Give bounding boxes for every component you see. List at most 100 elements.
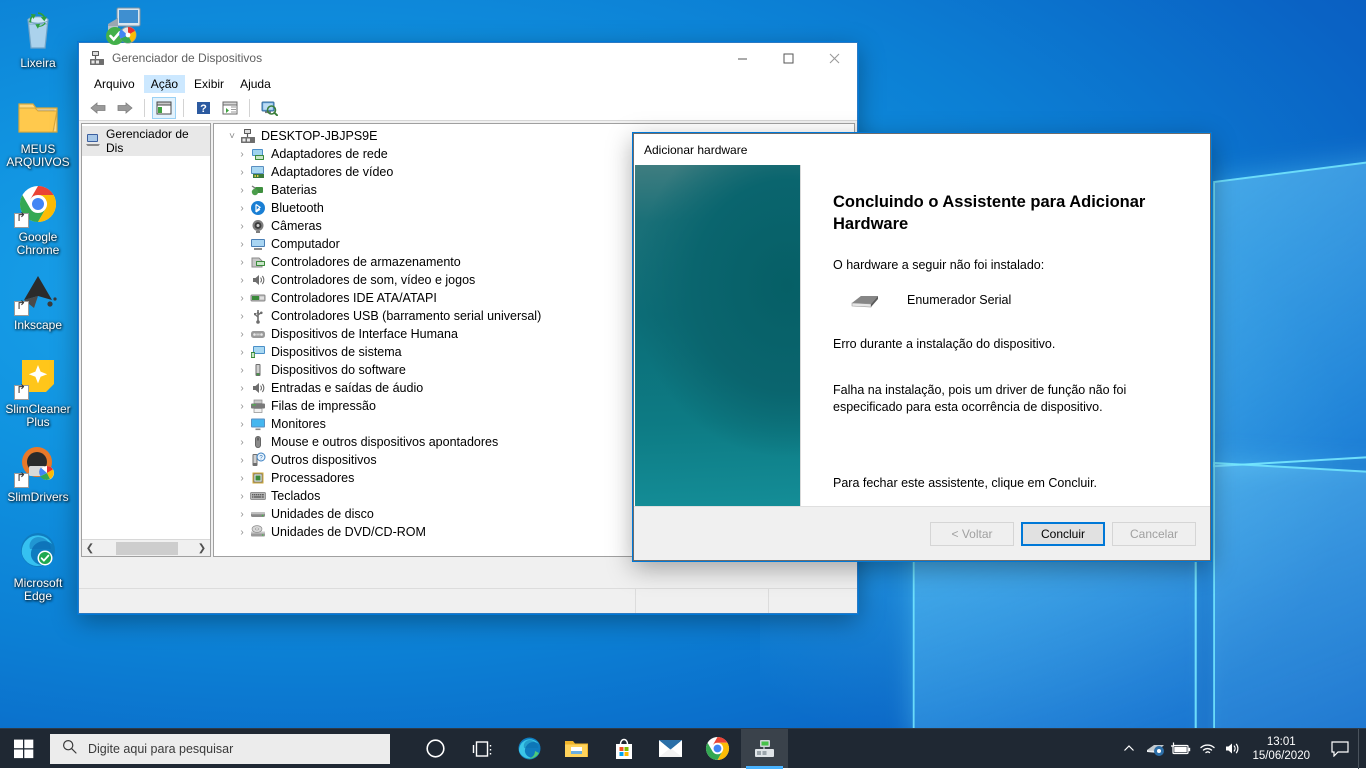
start-button[interactable]: [0, 729, 48, 769]
action-center-icon[interactable]: [1322, 729, 1358, 769]
chevron-right-icon[interactable]: ›: [234, 293, 250, 304]
help-icon[interactable]: ?: [191, 97, 215, 119]
chevron-right-icon[interactable]: ›: [234, 275, 250, 286]
status-cell-2: [636, 589, 769, 613]
menu-exibir[interactable]: Exibir: [187, 75, 231, 93]
chevron-right-icon[interactable]: ›: [234, 383, 250, 394]
system-tray[interactable]: 13:01 15/06/2020: [1116, 729, 1366, 769]
menu-arquivo[interactable]: Arquivo: [87, 75, 142, 93]
device-tree-item-label: Teclados: [271, 489, 320, 503]
print-queue-icon: [250, 398, 266, 414]
device-manager-taskbar-icon[interactable]: [741, 729, 788, 769]
chevron-right-icon[interactable]: ›: [234, 401, 250, 412]
device-tree-item-label: Controladores IDE ATA/ATAPI: [271, 291, 437, 305]
close-button[interactable]: [811, 43, 857, 73]
file-explorer-icon[interactable]: [553, 729, 600, 769]
menu-acao[interactable]: Ação: [144, 75, 185, 93]
search-input[interactable]: Digite aqui para pesquisar: [50, 734, 390, 764]
chevron-right-icon[interactable]: ›: [234, 167, 250, 178]
chevron-right-icon[interactable]: ›: [234, 239, 250, 250]
finish-button[interactable]: Concluir: [1021, 522, 1105, 546]
sound-controller-icon: [250, 272, 266, 288]
chrome-icon: [14, 180, 62, 228]
desktop-icon-microsoft-edge[interactable]: Microsoft Edge: [0, 526, 76, 603]
desktop-icon-recycle-bin[interactable]: Lixeira: [0, 6, 76, 70]
chevron-right-icon[interactable]: ›: [234, 419, 250, 430]
chevron-right-icon[interactable]: ›: [234, 509, 250, 520]
clock-date: 15/06/2020: [1252, 749, 1310, 763]
microsoft-edge-icon[interactable]: [506, 729, 553, 769]
chevron-right-icon[interactable]: ›: [234, 203, 250, 214]
dialog-footer: < Voltar Concluir Cancelar: [634, 506, 1210, 560]
forward-icon[interactable]: [113, 97, 137, 119]
properties-icon[interactable]: [218, 97, 242, 119]
cortana-icon[interactable]: [412, 729, 459, 769]
toolbar-separator: [249, 99, 250, 117]
desktop-icon-google-chrome[interactable]: Google Chrome: [0, 180, 76, 257]
menubar[interactable]: Arquivo Ação Exibir Ajuda: [79, 73, 857, 95]
desktop-icon-my-files[interactable]: MEUS ARQUIVOS: [0, 92, 76, 169]
wizard-closing-text: Para fechar este assistente, clique em C…: [833, 475, 1097, 492]
desktop-icon-slimdrivers[interactable]: SlimDrivers: [0, 440, 76, 504]
chevron-right-icon[interactable]: ›: [234, 347, 250, 358]
cancel-button[interactable]: Cancelar: [1112, 522, 1196, 546]
scroll-right-arrow-icon[interactable]: ❯: [194, 543, 210, 554]
chevron-right-icon[interactable]: ›: [234, 221, 250, 232]
device-manager-titlebar[interactable]: Gerenciador de Dispositivos: [79, 43, 857, 73]
usb-controller-icon: [250, 308, 266, 324]
microsoft-store-icon[interactable]: [600, 729, 647, 769]
volume-icon[interactable]: [1220, 729, 1246, 769]
battery-charging-icon[interactable]: [1168, 729, 1194, 769]
back-icon[interactable]: [86, 97, 110, 119]
device-tree-item-label: Câmeras: [271, 219, 322, 233]
taskbar[interactable]: Digite aqui para pesquisar: [0, 728, 1366, 768]
chevron-right-icon[interactable]: ›: [234, 329, 250, 340]
mail-icon[interactable]: [647, 729, 694, 769]
device-tree-item-label: Controladores de som, vídeo e jogos: [271, 273, 475, 287]
add-hardware-dialog[interactable]: Adicionar hardware Concluindo o Assisten…: [633, 133, 1211, 561]
computer-icon: [250, 236, 266, 252]
chevron-right-icon[interactable]: ›: [234, 257, 250, 268]
wifi-icon[interactable]: [1194, 729, 1220, 769]
chevron-right-icon[interactable]: ›: [234, 473, 250, 484]
chevron-right-icon[interactable]: ›: [234, 527, 250, 538]
slimdrivers-tray-icon[interactable]: [1142, 729, 1168, 769]
show-desktop-button[interactable]: [1358, 729, 1366, 769]
task-view-icon[interactable]: [459, 729, 506, 769]
wizard-main-pane: Concluindo o Assistente para Adicionar H…: [801, 165, 1210, 528]
wizard-error-line: Erro durante a instalação do dispositivo…: [833, 336, 1188, 353]
desktop-icon-label: MEUS ARQUIVOS: [0, 143, 76, 169]
desktop-icon-inkscape[interactable]: Inkscape: [0, 268, 76, 332]
dialog-titlebar[interactable]: Adicionar hardware: [634, 134, 1210, 165]
minimize-button[interactable]: [719, 43, 765, 73]
desktop-icon-slimcleaner-plus[interactable]: SlimCleaner Plus: [0, 352, 76, 429]
menu-ajuda[interactable]: Ajuda: [233, 75, 278, 93]
show-hide-console-tree-icon[interactable]: [152, 97, 176, 119]
back-button[interactable]: < Voltar: [930, 522, 1014, 546]
console-root-icon: [85, 132, 101, 151]
horizontal-scrollbar[interactable]: ❮ ❯: [82, 539, 210, 556]
console-tree-root-item[interactable]: Gerenciador de Dis: [82, 126, 210, 156]
console-tree-pane[interactable]: Gerenciador de Dis ❮ ❯: [81, 123, 211, 557]
chevron-right-icon[interactable]: ›: [234, 311, 250, 322]
toolbar[interactable]: ?: [79, 95, 857, 121]
google-chrome-icon[interactable]: [694, 729, 741, 769]
scrollbar-thumb[interactable]: [116, 542, 178, 555]
maximize-button[interactable]: [765, 43, 811, 73]
chevron-right-icon[interactable]: ›: [234, 365, 250, 376]
chevron-down-icon[interactable]: ˅: [224, 131, 240, 142]
console-tree[interactable]: Gerenciador de Dis: [82, 124, 210, 539]
chevron-right-icon[interactable]: ›: [234, 491, 250, 502]
system-device-icon: [250, 344, 266, 360]
chevron-right-icon[interactable]: ›: [234, 437, 250, 448]
wizard-intro-text: O hardware a seguir não foi instalado:: [833, 257, 1188, 274]
show-hidden-icons-chevron[interactable]: [1116, 729, 1142, 769]
chevron-right-icon[interactable]: ›: [234, 455, 250, 466]
chevron-right-icon[interactable]: ›: [234, 185, 250, 196]
desktop-icon-driver-tool[interactable]: [86, 2, 162, 53]
chevron-right-icon[interactable]: ›: [234, 149, 250, 160]
toolbar-separator: [144, 99, 145, 117]
scroll-left-arrow-icon[interactable]: ❮: [82, 543, 98, 554]
clock[interactable]: 13:01 15/06/2020: [1246, 729, 1322, 769]
scan-for-hardware-changes-icon[interactable]: [257, 97, 281, 119]
